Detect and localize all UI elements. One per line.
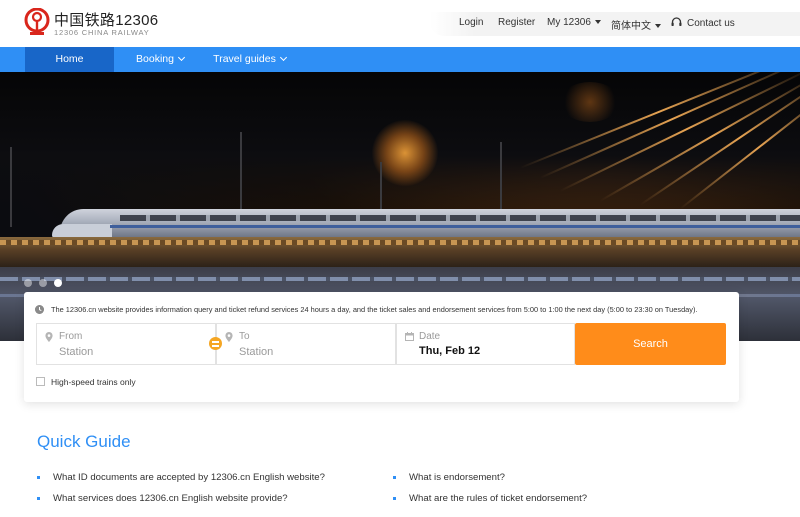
quick-guide-link-text: What ID documents are accepted by 12306.…: [53, 472, 325, 483]
service-notice-text: The 12306.cn website provides informatio…: [51, 305, 698, 314]
viaduct-rail: [0, 240, 800, 245]
nav-travel-guides-label: Travel guides: [213, 53, 276, 65]
date-label: Date: [419, 331, 441, 342]
caret-down-icon: [655, 24, 661, 28]
swap-stations-icon[interactable]: [209, 337, 222, 350]
chevron-down-icon: [177, 53, 186, 62]
site-header: 中国铁路12306 12306 CHINA RAILWAY Login Regi…: [0, 0, 800, 47]
train-windows: [120, 215, 800, 221]
hero-glow: [560, 82, 620, 122]
bullet: [393, 497, 396, 500]
search-button[interactable]: Search: [575, 323, 726, 365]
high-speed-train: [60, 209, 800, 237]
register-link[interactable]: Register: [498, 17, 535, 28]
train-nose: [52, 224, 112, 238]
to-station-field[interactable]: To Station: [216, 323, 396, 365]
clock-icon: [35, 305, 44, 314]
logo-chinese-text: 中国铁路12306: [54, 12, 159, 29]
location-pin-icon: [225, 332, 233, 342]
my12306-label: My 12306: [547, 17, 591, 28]
location-pin-icon: [45, 332, 53, 342]
contact-us-label: Contact us: [687, 18, 735, 29]
to-label: To: [239, 331, 250, 342]
login-link[interactable]: Login: [459, 17, 483, 28]
my12306-menu[interactable]: My 12306: [547, 17, 601, 28]
date-value: Thu, Feb 12: [419, 345, 481, 357]
language-menu[interactable]: 简体中文: [611, 17, 661, 32]
lamp-pole: [10, 147, 12, 227]
from-station-field[interactable]: From Station: [36, 323, 216, 365]
calendar-icon: [405, 332, 414, 341]
carousel-dot[interactable]: [39, 279, 47, 287]
caret-down-icon: [594, 20, 601, 24]
bullet: [37, 476, 40, 479]
main-nav: Home Booking Travel guides: [0, 47, 800, 72]
ticket-search-panel: The 12306.cn website provides informatio…: [24, 292, 739, 402]
quick-guide-title: Quick Guide: [37, 432, 131, 451]
nav-booking-label: Booking: [136, 53, 174, 65]
china-railway-logo-icon: [24, 8, 50, 35]
nav-travel-guides[interactable]: Travel guides: [207, 47, 292, 72]
top-utility-nav: Login Register My 12306 简体中文 Contact us: [430, 12, 800, 36]
service-notice: The 12306.cn website provides informatio…: [35, 304, 725, 318]
logo-english-text: 12306 CHINA RAILWAY: [54, 28, 150, 37]
train-stripe: [110, 225, 800, 228]
date-field[interactable]: Date Thu, Feb 12: [396, 323, 575, 365]
headset-icon: [671, 17, 682, 26]
from-placeholder: Station: [59, 346, 94, 358]
to-placeholder: Station: [239, 346, 274, 358]
contact-us-link[interactable]: Contact us: [671, 17, 735, 29]
high-speed-label: High-speed trains only: [51, 377, 136, 387]
language-label: 简体中文: [611, 21, 651, 32]
high-speed-checkbox[interactable]: [36, 377, 45, 386]
nav-booking[interactable]: Booking: [125, 47, 195, 72]
carousel-dot-active[interactable]: [54, 279, 62, 287]
from-label: From: [59, 331, 83, 342]
bullet: [393, 476, 396, 479]
quick-guide-link-text: What services does 12306.cn English webs…: [53, 493, 288, 504]
logo[interactable]: 中国铁路12306 12306 CHINA RAILWAY: [24, 8, 158, 40]
bullet: [37, 497, 40, 500]
nav-home[interactable]: Home: [25, 47, 114, 72]
quick-guide-link-text: What are the rules of ticket endorsement…: [409, 493, 588, 504]
carousel-dot[interactable]: [24, 279, 32, 287]
chevron-down-icon: [279, 53, 287, 62]
lower-deck-lights: [0, 277, 800, 281]
quick-guide-link-text: What is endorsement?: [409, 472, 505, 483]
